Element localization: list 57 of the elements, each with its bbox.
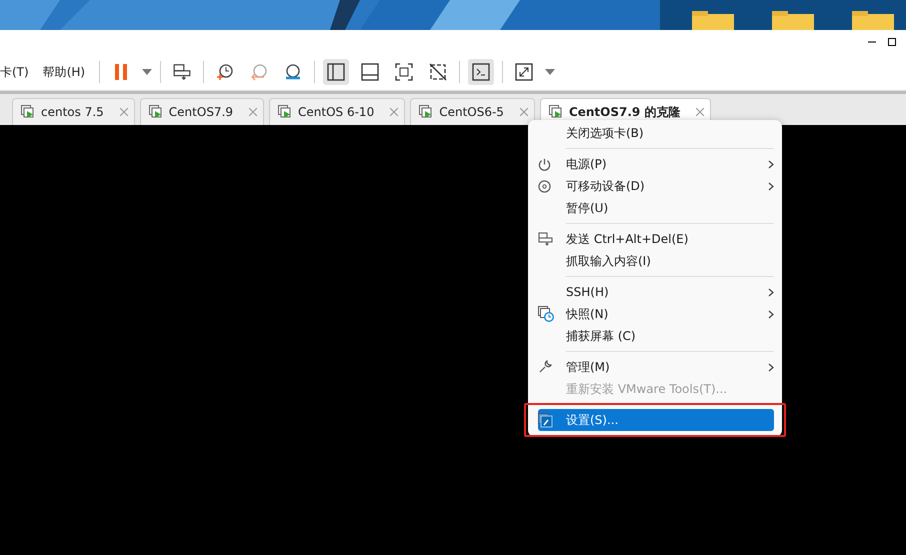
caret-icon[interactable]	[142, 69, 152, 75]
pause-icon	[114, 64, 128, 80]
chevron-icon	[768, 310, 774, 318]
expand-icon	[515, 63, 534, 81]
keyboard-send-icon	[538, 232, 553, 246]
settings-icon	[538, 412, 553, 428]
keyboard-send-icon	[173, 63, 192, 81]
folder-icon[interactable]	[692, 11, 734, 30]
folder-icon[interactable]	[772, 11, 814, 30]
menu-item[interactable]: 暂停(U)	[538, 197, 774, 219]
vm-icon	[148, 105, 163, 119]
crossed-frame-icon	[429, 63, 448, 81]
menu-item[interactable]: 帮助(H)	[42, 64, 92, 80]
sidebar-icon	[327, 63, 346, 81]
close-icon[interactable]	[696, 108, 704, 116]
snapshot-icon	[538, 306, 554, 322]
tab-label: centos 7.5	[41, 105, 104, 119]
vm-tab[interactable]: CentOS 6-10	[269, 98, 406, 125]
menu-item[interactable]: 关闭选项卡(B)	[538, 122, 774, 144]
bottom-panel-icon	[361, 63, 380, 81]
menu-item[interactable]: 卡(T)	[0, 64, 35, 80]
menu-item[interactable]: 电源(P)	[538, 153, 774, 175]
caret-icon[interactable]	[545, 69, 556, 75]
chevron-icon	[768, 288, 774, 296]
menu-item[interactable]: 可移动设备(D)	[538, 175, 774, 197]
maximize-icon[interactable]	[888, 38, 896, 46]
menu-item[interactable]: 管理(M)	[538, 356, 774, 378]
chevron-icon	[768, 182, 774, 190]
sidebar-view-button[interactable]	[323, 59, 350, 85]
vm-icon	[548, 105, 563, 119]
vm-tab[interactable]: centos 7.5	[12, 98, 135, 125]
folder-icon[interactable]	[852, 11, 894, 30]
chevron-icon	[768, 160, 774, 168]
clock-plus-icon	[216, 63, 234, 81]
disc-icon	[538, 180, 551, 192]
menu-item[interactable]: 抓取输入内容(I)	[538, 250, 774, 272]
clock-icon	[284, 63, 302, 81]
tab-label: CentOS7.9	[168, 105, 234, 119]
vm-tab[interactable]: CentOS7.9	[140, 98, 264, 125]
menu-item[interactable]: SSH(H)	[538, 281, 774, 303]
tab-label: CentOS 6-10	[298, 105, 374, 119]
menu-item[interactable]: 设置(S)...	[538, 409, 774, 431]
vm-tab[interactable]: CentOS6-5	[410, 98, 535, 125]
full-screen-icon	[395, 63, 414, 81]
power-icon	[538, 158, 551, 170]
terminal-icon	[472, 63, 490, 81]
vm-icon	[419, 105, 434, 119]
chevron-icon	[768, 362, 774, 372]
menu-item[interactable]: 发送 Ctrl+Alt+Del(E)	[538, 228, 774, 250]
wrench-icon	[538, 360, 552, 374]
vm-icon	[21, 105, 35, 119]
menu-item[interactable]: 快照(N)	[538, 303, 774, 325]
vm-icon	[278, 105, 292, 119]
menu-item[interactable]: 捕获屏幕 (C)	[538, 325, 774, 347]
tab-label: CentOS7.9 的克隆	[568, 104, 680, 120]
tab-label: CentOS6-5	[439, 105, 504, 119]
console-view-button[interactable]	[468, 59, 494, 85]
